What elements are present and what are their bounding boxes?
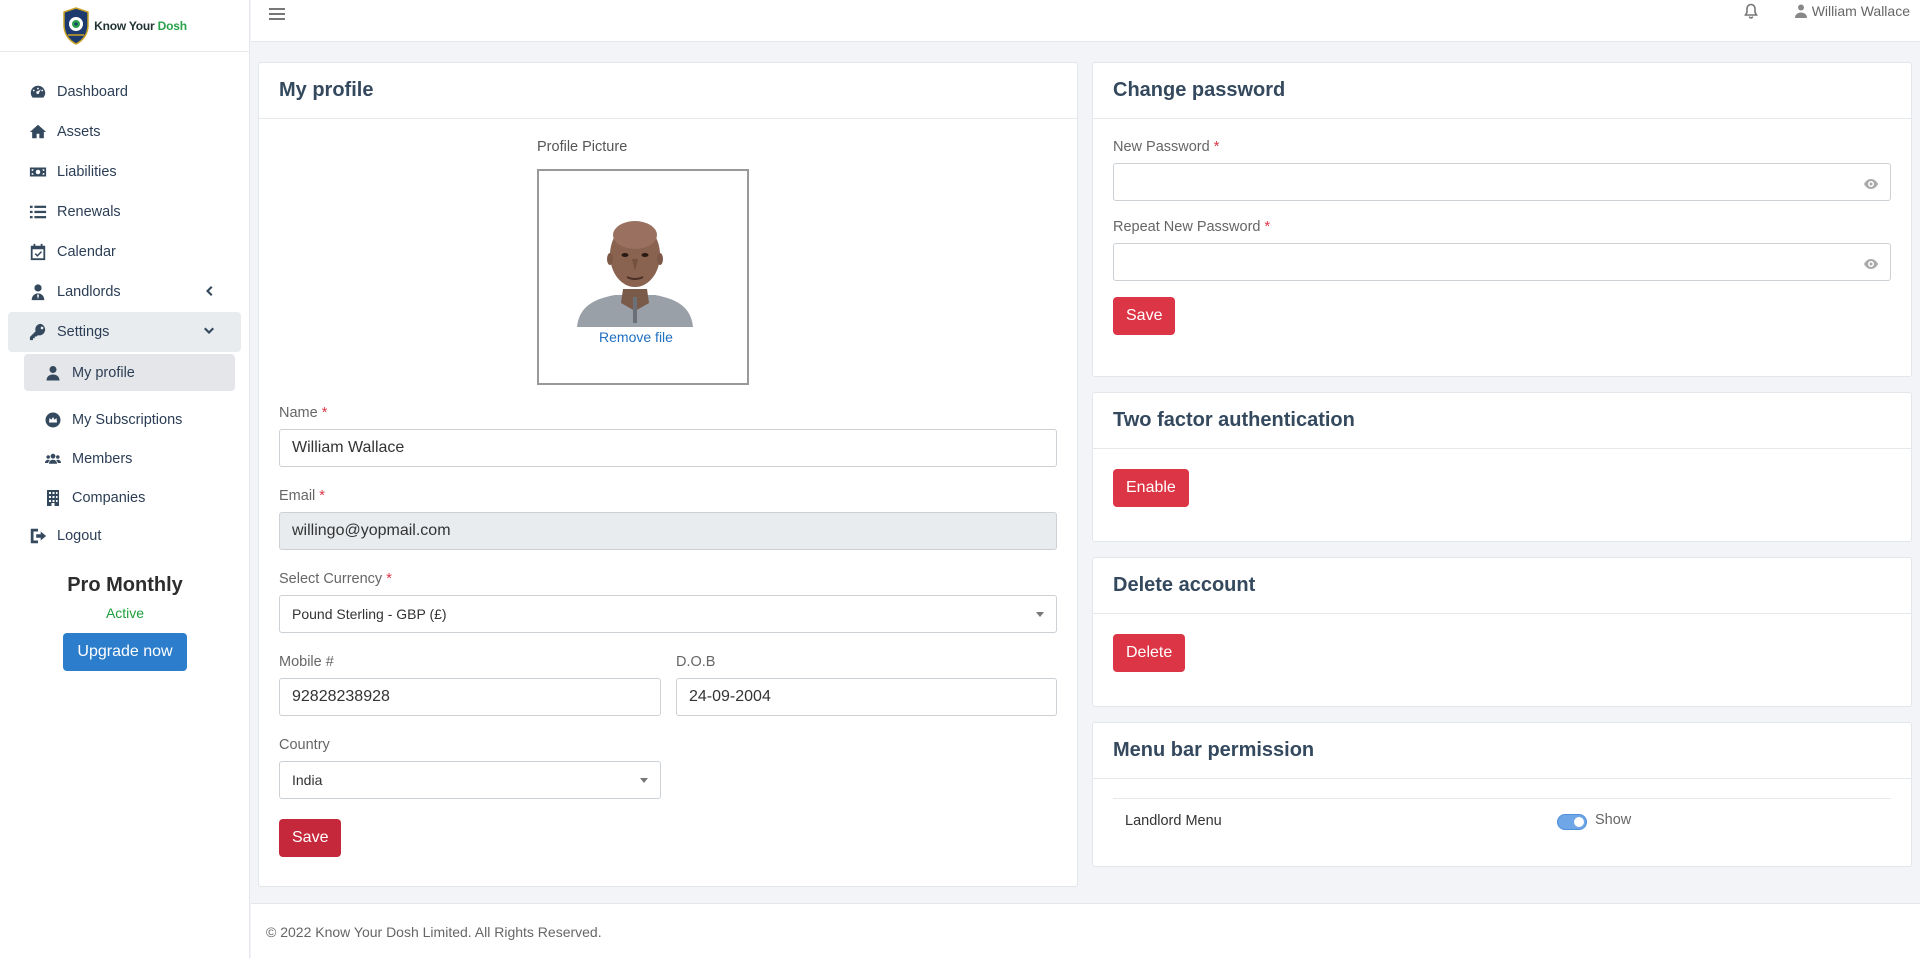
currency-label: Select Currency * bbox=[279, 571, 392, 587]
password-save-button[interactable]: Save bbox=[1113, 297, 1176, 335]
sidebar-item-renewals[interactable]: Renewals bbox=[8, 192, 241, 232]
upgrade-now-button[interactable]: Upgrade now bbox=[63, 633, 187, 671]
card-title: My profile bbox=[259, 63, 1077, 119]
sidebar-item-label: Members bbox=[72, 450, 133, 467]
home-icon bbox=[28, 122, 48, 142]
new-password-label: New Password * bbox=[1113, 139, 1220, 155]
currency-selected-value: Pound Sterling - GBP (£) bbox=[292, 606, 447, 622]
eye-icon[interactable] bbox=[1864, 177, 1878, 189]
sidebar-item-label: Renewals bbox=[57, 204, 121, 220]
sidebar-nav: Dashboard Assets Liabilities Renewals Ca… bbox=[0, 72, 249, 556]
card-title: Two factor authentication bbox=[1093, 393, 1911, 449]
user-name: William Wallace bbox=[1811, 3, 1910, 19]
email-input: willingo@yopmail.com bbox=[279, 512, 1057, 550]
dob-input[interactable]: 24-09-2004 bbox=[676, 678, 1057, 716]
change-password-card: Change password New Password * Repeat Ne… bbox=[1092, 62, 1912, 377]
sidebar-item-label: Settings bbox=[57, 324, 110, 340]
landlord-menu-toggle[interactable] bbox=[1557, 814, 1587, 830]
sidebar-subitem-members[interactable]: Members bbox=[24, 440, 235, 477]
sidebar-item-label: Dashboard bbox=[57, 84, 128, 100]
card-title: Menu bar permission bbox=[1093, 723, 1911, 779]
caret-down-icon bbox=[1036, 612, 1044, 617]
my-profile-card: My profile Profile Picture Remove file N… bbox=[258, 62, 1078, 887]
topbar: William Wallace bbox=[251, 0, 1920, 42]
key-icon bbox=[28, 322, 48, 342]
plan-name: Pro Monthly bbox=[67, 574, 183, 596]
gauge-icon bbox=[28, 82, 48, 102]
sidebar-item-label: Calendar bbox=[57, 244, 116, 260]
sidebar-subitem-companies[interactable]: Companies bbox=[24, 479, 235, 516]
sidebar-item-landlords[interactable]: Landlords bbox=[8, 272, 241, 312]
enable-2fa-button[interactable]: Enable bbox=[1113, 469, 1189, 507]
country-selected-value: India bbox=[292, 772, 323, 788]
toggle-label: Show bbox=[1595, 812, 1632, 828]
user-icon bbox=[44, 364, 62, 382]
sidebar-item-liabilities[interactable]: Liabilities bbox=[8, 152, 241, 192]
dob-label: D.O.B bbox=[676, 654, 716, 670]
remove-file-link[interactable]: Remove file bbox=[539, 329, 733, 345]
card-title: Change password bbox=[1093, 63, 1911, 119]
repeat-password-label: Repeat New Password * bbox=[1113, 219, 1271, 235]
sidebar-subitem-my-subscriptions[interactable]: My Subscriptions bbox=[24, 401, 235, 438]
sidebar-item-label: Logout bbox=[57, 528, 102, 544]
name-label: Name * bbox=[279, 405, 328, 421]
card-title: Delete account bbox=[1093, 558, 1911, 614]
permission-row-landlord-menu: Landlord Menu Show bbox=[1113, 798, 1891, 842]
profile-picture-label: Profile Picture bbox=[537, 139, 628, 155]
name-input[interactable]: William Wallace bbox=[279, 429, 1057, 467]
copyright-text: © 2022 Know Your Dosh Limited. All Right… bbox=[266, 924, 602, 940]
new-password-input[interactable] bbox=[1113, 163, 1891, 201]
building-icon bbox=[44, 489, 62, 507]
two-factor-card: Two factor authentication Enable bbox=[1092, 392, 1912, 542]
sidebar-item-assets[interactable]: Assets bbox=[8, 112, 241, 152]
chevron-down-icon bbox=[203, 325, 215, 337]
profile-save-button[interactable]: Save bbox=[279, 819, 342, 857]
delete-account-card: Delete account Delete bbox=[1092, 557, 1912, 707]
profile-photo bbox=[577, 221, 693, 327]
sign-out-icon bbox=[28, 526, 48, 546]
sidebar-item-dashboard[interactable]: Dashboard bbox=[8, 72, 241, 112]
sidebar-item-label: Assets bbox=[57, 124, 101, 140]
mobile-label: Mobile # bbox=[279, 654, 334, 670]
sidebar-item-label: Companies bbox=[72, 489, 146, 506]
email-label: Email * bbox=[279, 488, 325, 504]
plan-status: Active bbox=[105, 605, 145, 621]
country-select[interactable]: India bbox=[279, 761, 661, 799]
users-icon bbox=[44, 450, 62, 468]
eye-icon[interactable] bbox=[1864, 257, 1878, 269]
sidebar-item-settings[interactable]: Settings bbox=[8, 312, 241, 352]
sidebar-item-logout[interactable]: Logout bbox=[8, 516, 241, 556]
sidebar-item-label: My Subscriptions bbox=[72, 411, 183, 428]
shield-logo-icon bbox=[63, 6, 89, 45]
subscription-plan: Pro Monthly Active Upgrade now bbox=[0, 574, 250, 671]
sidebar-item-label: Liabilities bbox=[57, 164, 117, 180]
mobile-input[interactable]: 92828238928 bbox=[279, 678, 661, 716]
hamburger-menu-icon[interactable] bbox=[269, 8, 285, 22]
sidebar-item-label: Landlords bbox=[57, 284, 121, 300]
sidebar: Know Your Dosh Dashboard Assets Liabilit… bbox=[0, 0, 250, 958]
chevron-left-icon bbox=[203, 285, 215, 297]
brand-name: Know Your Dosh bbox=[94, 18, 187, 33]
permission-label: Landlord Menu bbox=[1125, 812, 1222, 829]
money-bill-icon bbox=[28, 162, 48, 182]
user-icon bbox=[1794, 4, 1807, 18]
list-icon bbox=[28, 202, 48, 222]
menu-permission-card: Menu bar permission Landlord Menu Show bbox=[1092, 722, 1912, 867]
brand-logo[interactable]: Know Your Dosh bbox=[0, 0, 249, 52]
repeat-password-input[interactable] bbox=[1113, 243, 1891, 281]
delete-account-button[interactable]: Delete bbox=[1113, 634, 1186, 672]
sidebar-item-calendar[interactable]: Calendar bbox=[8, 232, 241, 272]
profile-picture-dropzone[interactable]: Remove file bbox=[537, 169, 749, 385]
sidebar-subitem-my-profile[interactable]: My profile bbox=[24, 354, 235, 391]
country-label: Country bbox=[279, 737, 330, 753]
crown-icon bbox=[44, 411, 62, 429]
currency-select[interactable]: Pound Sterling - GBP (£) bbox=[279, 595, 1057, 633]
sidebar-item-label: My profile bbox=[72, 364, 135, 381]
footer: © 2022 Know Your Dosh Limited. All Right… bbox=[251, 903, 1920, 958]
caret-down-icon bbox=[640, 778, 648, 783]
user-tie-icon bbox=[28, 282, 48, 302]
bell-icon[interactable] bbox=[1744, 3, 1760, 19]
calendar-check-icon bbox=[28, 242, 48, 262]
user-menu[interactable]: William Wallace bbox=[1794, 3, 1910, 19]
